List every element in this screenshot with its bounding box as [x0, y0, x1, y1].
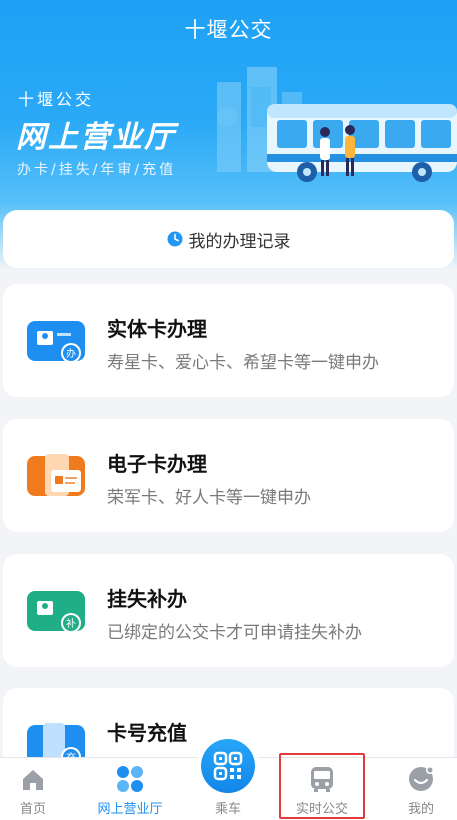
physical-card-badge: 办 [66, 347, 76, 360]
bus-icon [311, 767, 333, 792]
tab-label: 我的 [407, 802, 434, 817]
hero-subtitle: 办卡/挂失/年审/充值 [17, 162, 177, 178]
tab-label: 实时公交 [295, 802, 348, 817]
tab-label: 乘车 [214, 802, 241, 817]
card-description: 寿星卡、爱心卡、希望卡等一键申办 [107, 353, 379, 373]
card-title: 电子卡办理 [107, 452, 207, 476]
hero-brand: 十堰公交 [18, 90, 95, 109]
tab-home[interactable]: 首页 [0, 758, 73, 820]
card-title: 卡号充值 [107, 721, 187, 745]
tab-label: 首页 [19, 802, 46, 817]
profile-icon [409, 766, 434, 791]
ride-qr-button[interactable] [197, 735, 259, 797]
report-loss-icon: 补 [27, 591, 85, 633]
clock-icon [167, 231, 182, 247]
card-title: 实体卡办理 [107, 317, 207, 341]
tab-profile[interactable]: 我的 [381, 758, 457, 820]
e-card-icon [27, 454, 85, 496]
tab-service-hall[interactable]: 网上营业厅 [90, 758, 170, 820]
bus-illustration [217, 67, 457, 182]
page-title: 十堰公交 [184, 18, 273, 42]
card-description: 已绑定的公交卡才可申请挂失补办 [107, 623, 362, 643]
service-card-physical[interactable]: 办 实体卡办理 寿星卡、爱心卡、希望卡等一键申办 [3, 284, 454, 397]
card-description: 荣军卡、好人卡等一键申办 [107, 488, 311, 508]
my-records-button[interactable]: 我的办理记录 [3, 210, 454, 268]
service-card-ecard[interactable]: 电子卡办理 荣军卡、好人卡等一键申办 [3, 419, 454, 532]
my-records-label: 我的办理记录 [188, 231, 291, 252]
hero-headline: 网上营业厅 [16, 120, 176, 155]
home-icon [23, 770, 43, 790]
tab-label: 网上营业厅 [97, 802, 163, 817]
report-loss-badge: 补 [66, 617, 76, 630]
card-title: 挂失补办 [107, 587, 187, 611]
tab-realtime-bus[interactable]: 实时公交 [282, 758, 362, 820]
qr-ride-icon [213, 751, 243, 781]
physical-card-icon: 办 [27, 321, 85, 363]
service-hall-icon [117, 766, 143, 792]
service-card-loss[interactable]: 补 挂失补办 已绑定的公交卡才可申请挂失补办 [3, 554, 454, 667]
